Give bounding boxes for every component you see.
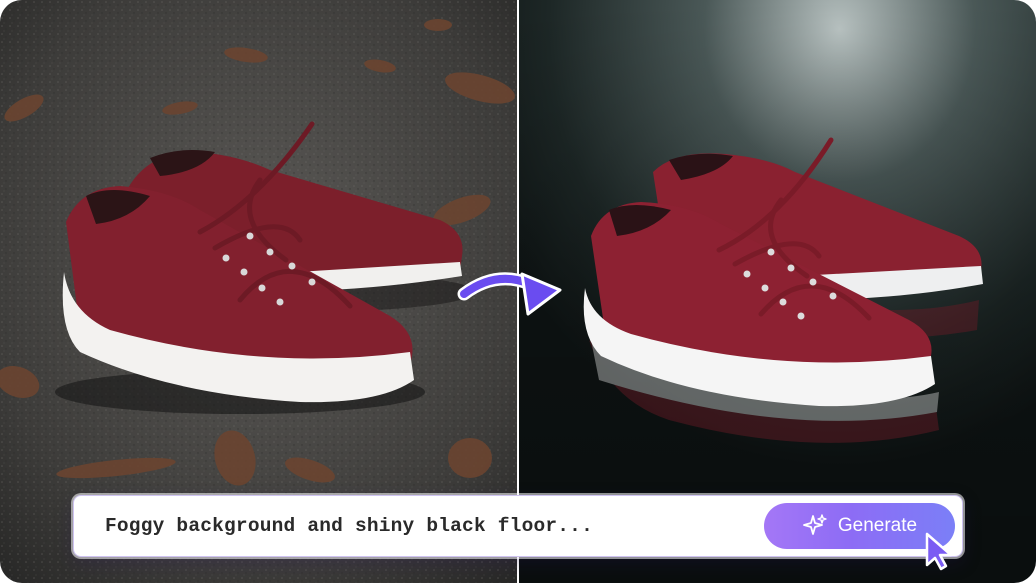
comparison-stage: Foggy background and shiny black floor..…	[0, 0, 1036, 583]
sparkle-icon	[802, 514, 827, 535]
transform-arrow-icon	[457, 272, 562, 316]
mouse-cursor-icon	[925, 532, 953, 571]
generate-button-label: Generate	[837, 515, 918, 536]
prompt-text[interactable]: Foggy background and shiny black floor..…	[105, 515, 593, 537]
prompt-input[interactable]: Foggy background and shiny black floor..…	[73, 495, 963, 557]
